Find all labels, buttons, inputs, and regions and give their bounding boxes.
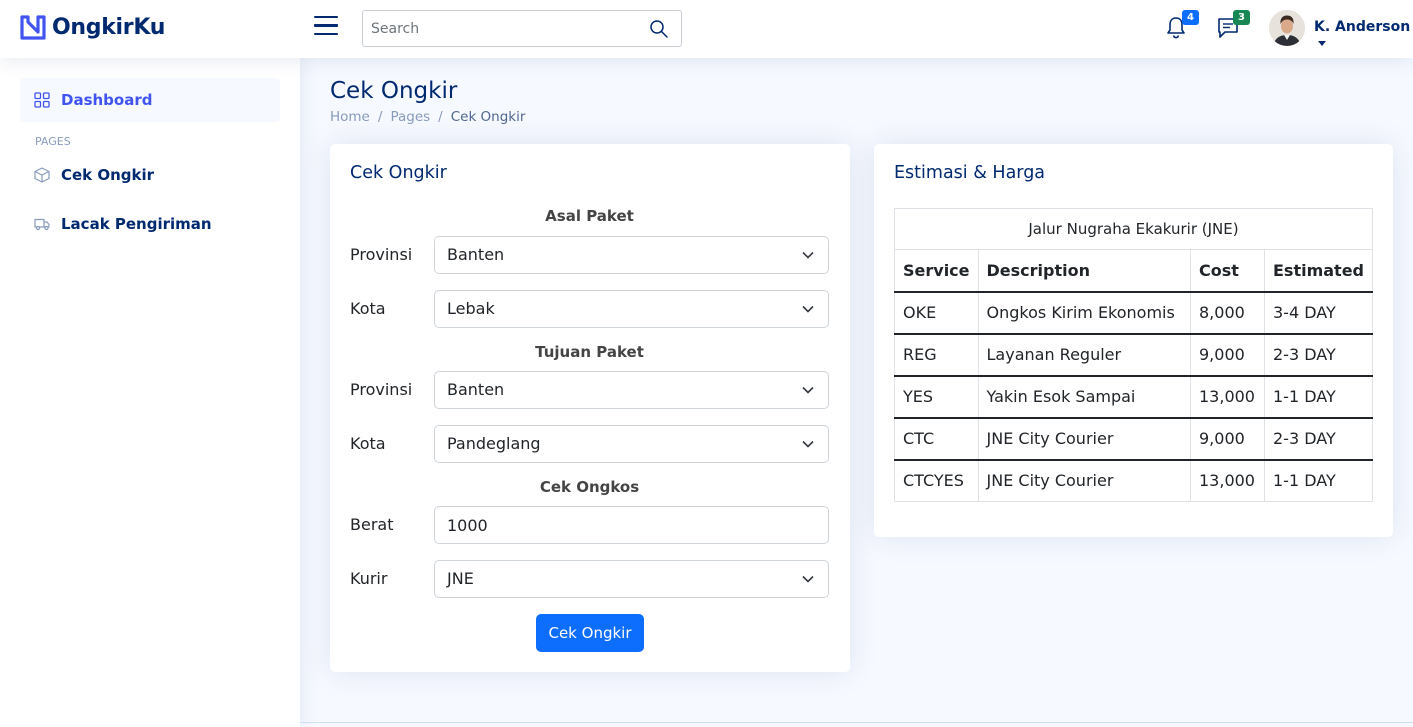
origin-province-label: Provinsi: [350, 245, 413, 264]
cost-cell: 8,000: [1190, 291, 1265, 335]
app-logo[interactable]: OngkirKu: [20, 14, 165, 40]
service-cell: REG: [894, 333, 979, 377]
chevron-down-icon: [802, 440, 814, 448]
grid-icon: [34, 92, 50, 108]
cost-heading: Cek Ongkos: [539, 478, 640, 496]
estimated-cell: 3-4 DAY: [1263, 291, 1374, 335]
breadcrumb-separator: /: [377, 109, 383, 125]
service-cell: CTCYES: [894, 459, 979, 502]
profile-name: K. Anderson: [1314, 19, 1411, 35]
chevron-down-icon: [802, 575, 814, 583]
courier-select[interactable]: JNE: [434, 560, 829, 598]
app-name: OngkirKu: [52, 14, 166, 40]
origin-heading: Asal Paket: [545, 207, 634, 225]
search-input[interactable]: [363, 11, 633, 46]
cost-cell: 13,000: [1190, 459, 1265, 502]
notification-badge: 4: [1182, 10, 1199, 25]
cost-cell: 9,000: [1190, 333, 1265, 377]
result-card-title: Estimasi & Harga: [894, 163, 1046, 183]
sidebar-item-label: Cek Ongkir: [61, 166, 155, 184]
description-cell: JNE City Courier: [977, 417, 1192, 461]
column-header-cost: Cost: [1190, 249, 1265, 293]
dest-province-value: Banten: [447, 380, 505, 399]
sidebar-item-cek-ongkir[interactable]: Cek Ongkir: [20, 153, 280, 197]
page-title: Cek Ongkir: [330, 78, 458, 104]
dest-city-value: Pandeglang: [447, 434, 541, 453]
weight-input[interactable]: [434, 506, 829, 544]
dest-province-label: Provinsi: [350, 380, 413, 399]
breadcrumb: Home / Pages / Cek Ongkir: [330, 109, 525, 125]
estimated-cell: 2-3 DAY: [1263, 333, 1374, 377]
chevron-down-icon: [802, 251, 814, 259]
user-avatar-icon: [1269, 10, 1305, 46]
sidebar-toggle-icon[interactable]: [314, 16, 338, 38]
messages-button[interactable]: 3: [1216, 10, 1250, 42]
dest-province-select[interactable]: Banten: [434, 371, 829, 409]
form-card-title: Cek Ongkir: [350, 163, 447, 183]
column-header-estimated: Estimated: [1263, 249, 1374, 293]
message-badge: 3: [1233, 10, 1250, 25]
search-bar: [362, 10, 682, 47]
sidebar-item-label: Lacak Pengiriman: [61, 215, 212, 233]
search-icon[interactable]: [649, 19, 669, 39]
logo-icon: [20, 15, 46, 40]
origin-city-label: Kota: [350, 299, 386, 318]
avatar[interactable]: [1269, 10, 1305, 46]
box-icon: [34, 167, 50, 183]
origin-province-value: Banten: [447, 245, 505, 264]
table-row: REG Layanan Reguler 9,000 2-3 DAY: [894, 333, 1374, 377]
footer-divider: [300, 722, 1413, 723]
cost-cell: 13,000: [1190, 375, 1265, 419]
column-header-service: Service: [894, 249, 979, 293]
dest-city-select[interactable]: Pandeglang: [434, 425, 829, 463]
estimated-cell: 1-1 DAY: [1263, 459, 1374, 502]
notifications-button[interactable]: 4: [1165, 10, 1199, 42]
description-cell: Ongkos Kirim Ekonomis: [977, 291, 1192, 335]
breadcrumb-home[interactable]: Home: [330, 109, 370, 125]
chevron-down-icon: [802, 305, 814, 313]
estimated-cell: 2-3 DAY: [1263, 417, 1374, 461]
table-row: OKE Ongkos Kirim Ekonomis 8,000 3-4 DAY: [894, 291, 1374, 335]
sidebar-item-dashboard[interactable]: Dashboard: [20, 78, 280, 122]
table-row: CTCYES JNE City Courier 13,000 1-1 DAY: [894, 459, 1374, 502]
description-cell: Yakin Esok Sampai: [977, 375, 1192, 419]
shipping-cost-table: Jalur Nugraha Ekakurir (JNE) Service Des…: [894, 208, 1374, 502]
breadcrumb-separator: /: [438, 109, 443, 125]
weight-label: Berat: [350, 515, 394, 534]
table-row: CTC JNE City Courier 9,000 2-3 DAY: [894, 417, 1374, 461]
service-cell: CTC: [894, 417, 979, 461]
origin-city-value: Lebak: [447, 299, 495, 318]
estimated-cell: 1-1 DAY: [1263, 375, 1374, 419]
sidebar-item-label: Dashboard: [61, 91, 153, 109]
origin-city-select[interactable]: Lebak: [434, 290, 829, 328]
courier-value: JNE: [447, 569, 474, 588]
courier-name: Jalur Nugraha Ekakurir (JNE): [894, 208, 1373, 250]
caret-down-icon: [1318, 40, 1326, 46]
sidebar-heading: PAGES: [35, 135, 71, 148]
truck-icon: [34, 218, 50, 231]
description-cell: JNE City Courier: [977, 459, 1192, 502]
dest-city-label: Kota: [350, 434, 386, 453]
table-row: YES Yakin Esok Sampai 13,000 1-1 DAY: [894, 375, 1374, 419]
cost-cell: 9,000: [1190, 417, 1265, 461]
breadcrumb-current: Cek Ongkir: [450, 109, 526, 125]
chevron-down-icon: [802, 386, 814, 394]
top-header: OngkirKu 4 3: [0, 0, 1413, 58]
breadcrumb-pages[interactable]: Pages: [390, 109, 430, 125]
profile-dropdown[interactable]: K. Anderson: [1314, 19, 1413, 51]
destination-heading: Tujuan Paket: [535, 343, 644, 361]
origin-province-select[interactable]: Banten: [434, 236, 829, 274]
sidebar-item-lacak-pengiriman[interactable]: Lacak Pengiriman: [20, 202, 280, 246]
sidebar: Dashboard PAGES Cek Ongkir Lacak Pengiri…: [0, 58, 300, 727]
description-cell: Layanan Reguler: [977, 333, 1192, 377]
cek-ongkir-button[interactable]: Cek Ongkir: [536, 614, 644, 652]
service-cell: OKE: [894, 291, 979, 335]
courier-label: Kurir: [350, 569, 388, 588]
service-cell: YES: [894, 375, 979, 419]
column-header-description: Description: [977, 249, 1192, 293]
